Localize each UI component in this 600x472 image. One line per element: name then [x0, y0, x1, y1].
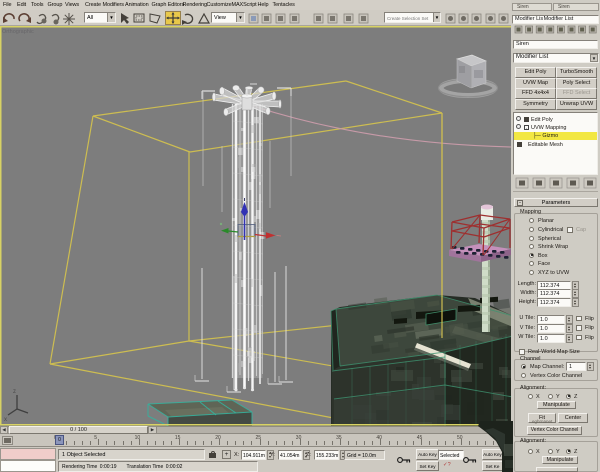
svg-text:z: z [13, 389, 16, 395]
svg-text:x: x [4, 417, 7, 423]
